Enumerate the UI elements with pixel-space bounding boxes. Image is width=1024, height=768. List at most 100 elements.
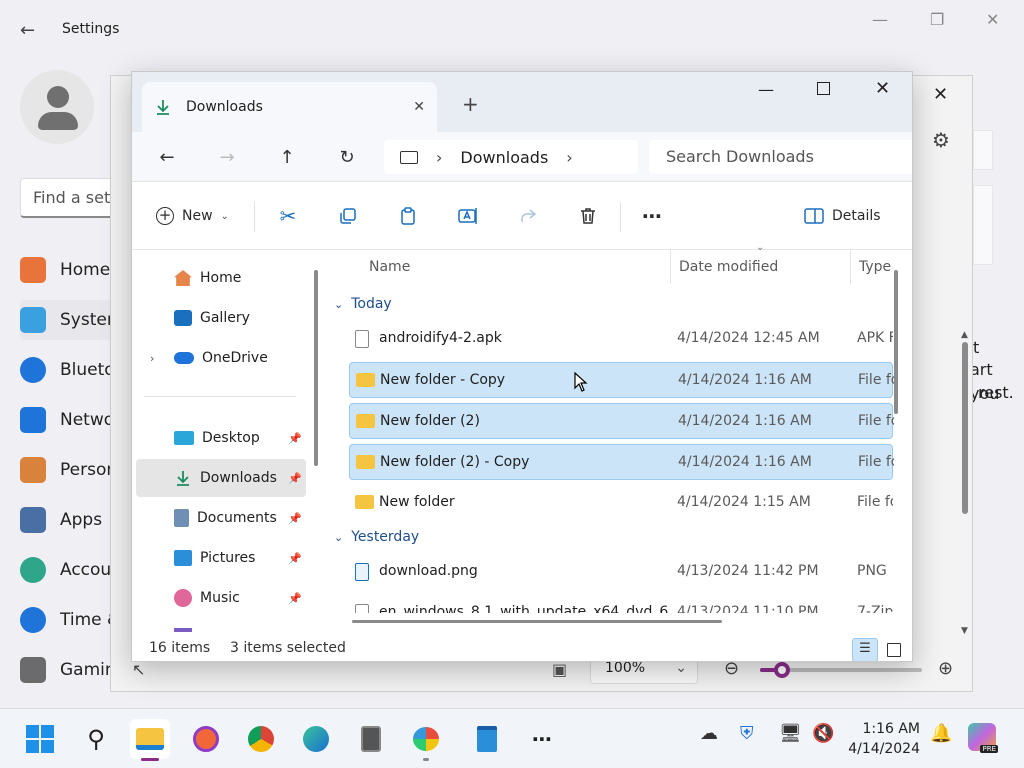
file-row[interactable]: androidify4-2.apk 4/14/2024 12:45 AM APK…	[349, 321, 893, 357]
search-input[interactable]: Search Downloads	[649, 140, 912, 174]
taskbar-edge[interactable]	[296, 719, 336, 759]
file-row[interactable]: New folder - Copy 4/14/2024 1:16 AM File…	[349, 362, 894, 398]
close-icon[interactable]: ✕	[875, 78, 890, 99]
sidebar-item-music[interactable]: Music 📌	[136, 579, 306, 617]
close-tab-icon[interactable]: ✕	[413, 99, 425, 115]
security-shield-icon[interactable]: ⛨	[740, 723, 754, 744]
tab-downloads[interactable]: Downloads ✕	[142, 82, 437, 132]
details-pane-icon	[804, 208, 824, 224]
viewer-scrollbar[interactable]: ▲ ▼	[958, 330, 972, 640]
sidebar-item-downloads[interactable]: Downloads 📌	[136, 459, 306, 497]
minimize-icon[interactable]: —	[872, 10, 888, 29]
documents-icon	[174, 509, 189, 527]
chevron-down-icon: ⌄	[675, 660, 687, 676]
horizontal-scrollbar[interactable]	[352, 620, 722, 623]
share-icon[interactable]	[510, 198, 546, 234]
settings-nav-system[interactable]: System	[20, 300, 120, 340]
taskbar-paint[interactable]	[406, 719, 446, 761]
group-header-today[interactable]: ⌄ Today	[334, 289, 392, 319]
new-tab-icon[interactable]: +	[462, 92, 479, 116]
rename-icon[interactable]	[450, 198, 486, 234]
back-arrow-icon[interactable]: ←	[20, 20, 35, 41]
settings-nav-apps[interactable]: Apps	[20, 500, 120, 540]
address-bar[interactable]: › Downloads ›	[384, 140, 638, 174]
minimize-icon[interactable]: —	[758, 80, 774, 99]
more-icon[interactable]: ⋯	[634, 198, 670, 234]
image-file-icon	[355, 563, 369, 581]
file-row[interactable]: New folder (2) - Copy 4/14/2024 1:16 AM …	[349, 444, 894, 480]
settings-nav-network[interactable]: Network & internet	[20, 400, 120, 440]
large-icons-view-icon[interactable]	[887, 643, 901, 657]
back-icon[interactable]: ←	[150, 140, 184, 174]
gallery-icon	[174, 310, 192, 326]
windows-logo-icon	[26, 725, 54, 753]
pin-icon: 📌	[288, 511, 302, 525]
download-icon	[177, 471, 189, 486]
file-row[interactable]: download.png 4/13/2024 11:42 PM PNG	[349, 554, 893, 590]
details-button[interactable]: Details	[804, 198, 881, 234]
clock[interactable]: 1:16 AM 4/14/2024	[848, 719, 920, 759]
taskbar-firefox[interactable]	[186, 719, 226, 759]
group-header-yesterday[interactable]: ⌄ Yesterday	[334, 522, 419, 552]
settings-nav-gaming[interactable]: Gaming	[20, 650, 120, 690]
sidebar-scrollbar[interactable]	[314, 270, 318, 466]
taskbar-calculator[interactable]	[351, 719, 391, 759]
refresh-icon[interactable]: ↻	[330, 140, 364, 174]
start-button[interactable]	[20, 719, 60, 759]
settings-nav-accounts[interactable]: Accounts	[20, 550, 120, 590]
fit-screen-icon[interactable]: ▣	[552, 660, 567, 679]
settings-title: Settings	[62, 21, 120, 37]
sidebar-item-home[interactable]: Home	[136, 259, 306, 297]
file-explorer-window: Downloads ✕ + — ✕ ← → ↑ ↻ › Downloads › …	[131, 71, 913, 662]
zoom-slider[interactable]	[760, 662, 922, 678]
sidebar-item-onedrive[interactable]: › OneDrive	[136, 339, 306, 377]
sidebar-item-gallery[interactable]: Gallery	[136, 299, 306, 337]
sidebar-item-documents[interactable]: Documents 📌	[136, 499, 306, 537]
navigation-pane: Home Gallery › OneDrive Desktop 📌 Downlo…	[132, 250, 318, 640]
onedrive-offline-icon[interactable]: ☁	[700, 723, 718, 744]
paste-icon[interactable]	[390, 198, 426, 234]
copy-icon[interactable]	[330, 198, 366, 234]
pointer-icon[interactable]: ↖	[132, 660, 145, 679]
restore-icon[interactable]: ❐	[930, 10, 944, 29]
settings-nav-personalization[interactable]: Personalization	[20, 450, 120, 490]
sidebar-item-pictures[interactable]: Pictures 📌	[136, 539, 306, 577]
folder-icon	[136, 728, 164, 750]
file-row[interactable]: New folder 4/14/2024 1:15 AM File fo	[349, 485, 893, 521]
sidebar-item-desktop[interactable]: Desktop 📌	[136, 419, 306, 457]
close-icon[interactable]: ✕	[986, 10, 999, 29]
gamepad-icon	[20, 657, 46, 683]
gear-icon[interactable]: ⚙	[932, 128, 950, 152]
list-scrollbar[interactable]	[894, 270, 898, 414]
taskbar-file-explorer[interactable]	[130, 719, 170, 761]
column-header-type[interactable]: Type	[859, 250, 891, 284]
home-icon	[20, 257, 46, 283]
forward-icon[interactable]: →	[210, 140, 244, 174]
search-icon[interactable]: ⚲	[76, 719, 116, 759]
zoom-in-icon[interactable]: ⊕	[938, 658, 953, 679]
notification-bell-icon[interactable]: 🔔	[930, 723, 952, 744]
viewer-close-icon[interactable]: ✕	[933, 84, 948, 105]
more-icon[interactable]: ⋯	[522, 719, 562, 759]
cut-icon[interactable]: ✂	[270, 198, 306, 234]
copilot-icon[interactable]: PRE	[968, 723, 998, 753]
volume-muted-icon[interactable]: 🔇	[812, 723, 834, 744]
file-row[interactable]: New folder (2) 4/14/2024 1:16 AM File fo	[349, 403, 894, 439]
file-row[interactable]: en_windows_8.1_with_update_x64_dvd_6 4/1…	[349, 595, 893, 613]
column-header-date[interactable]: Date modified	[679, 250, 778, 284]
network-icon[interactable]: 🖥	[779, 723, 802, 744]
new-button[interactable]: + New ⌄	[156, 198, 229, 234]
column-header-name[interactable]: Name	[369, 250, 410, 284]
settings-nav-home[interactable]: Home	[20, 250, 120, 290]
address-segment[interactable]: Downloads	[460, 148, 548, 167]
settings-nav-time[interactable]: Time & language	[20, 600, 120, 640]
settings-nav-bluetooth[interactable]: Bluetooth & devices	[20, 350, 120, 390]
bluetooth-icon	[20, 357, 46, 383]
taskbar-chrome[interactable]	[241, 719, 281, 759]
delete-icon[interactable]	[570, 198, 606, 234]
taskbar-notepad[interactable]	[467, 719, 507, 759]
up-icon[interactable]: ↑	[270, 140, 304, 174]
chevron-right-icon[interactable]: ›	[150, 352, 154, 365]
details-view-icon[interactable]: ☰	[852, 638, 878, 661]
maximize-icon[interactable]	[817, 82, 830, 95]
